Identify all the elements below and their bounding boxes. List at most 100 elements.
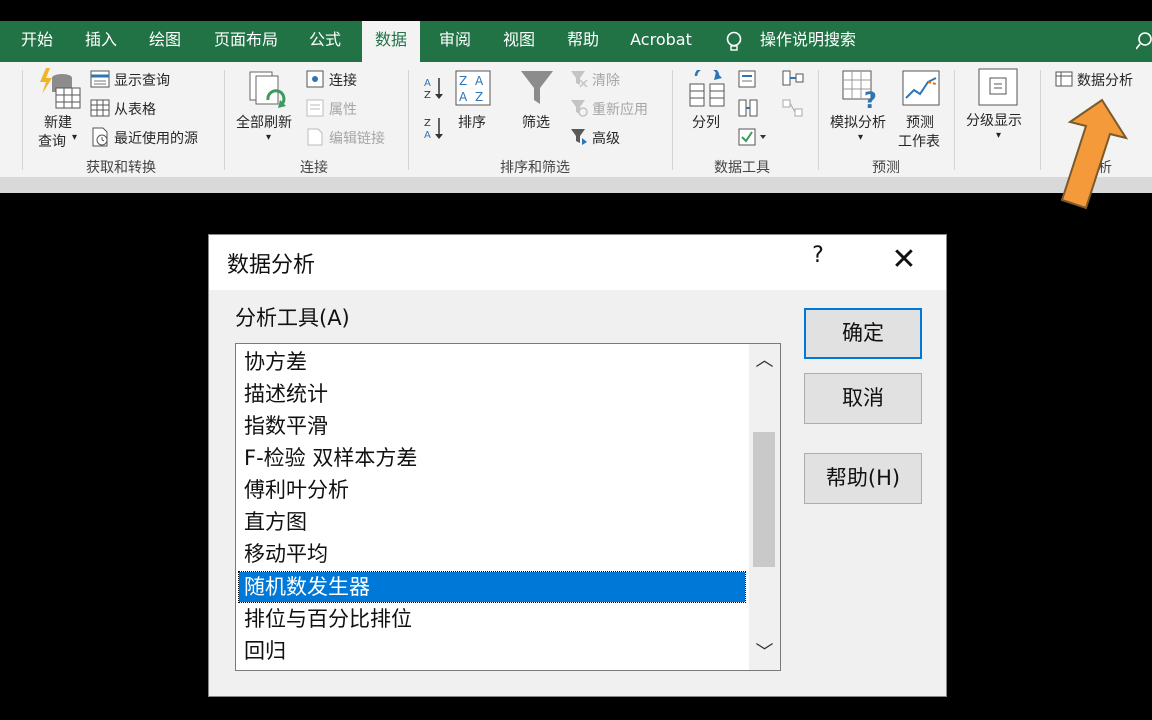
connections-icon xyxy=(306,70,324,88)
lightbulb-icon xyxy=(726,31,742,51)
list-item[interactable]: 移动平均 xyxy=(239,539,745,569)
show-queries-button[interactable]: 显示查询 xyxy=(114,70,170,90)
recent-sources-button[interactable]: 最近使用的源 xyxy=(114,128,198,148)
list-item[interactable]: 回归 xyxy=(239,636,745,666)
tab-review[interactable]: 审阅 xyxy=(430,21,480,62)
flash-fill-icon[interactable] xyxy=(738,70,758,88)
help-button[interactable]: 帮助(H) xyxy=(804,453,922,504)
filter-button[interactable]: 筛选 xyxy=(522,112,550,132)
group-label-forecast: 预测 xyxy=(872,160,900,176)
tab-view[interactable]: 视图 xyxy=(494,21,544,62)
forecast-sheet-icon xyxy=(902,70,940,106)
account-icon[interactable] xyxy=(1136,31,1152,53)
dialog-title-bar: 数据分析 ? ✕ xyxy=(209,235,946,290)
scroll-up-icon[interactable]: ︿ xyxy=(749,346,780,376)
ribbon-bottom-strip xyxy=(0,177,1152,193)
svg-text:A: A xyxy=(475,74,484,88)
from-table-button[interactable]: 从表格 xyxy=(114,99,156,119)
reapply-button[interactable]: 重新应用 xyxy=(592,99,648,119)
sort-dialog-icon: Z A A Z xyxy=(455,70,491,106)
list-item[interactable]: 直方图 xyxy=(239,507,745,537)
tab-draw[interactable]: 绘图 xyxy=(140,21,190,62)
remove-duplicates-icon[interactable] xyxy=(738,99,758,117)
ribbon-separator xyxy=(954,70,955,170)
properties-button[interactable]: 属性 xyxy=(329,99,357,119)
tab-page-layout[interactable]: 页面布局 xyxy=(206,21,286,62)
analysis-tools-listbox[interactable]: 协方差 描述统计 指数平滑 F-检验 双样本方差 傅利叶分析 直方图 移动平均 … xyxy=(235,343,781,671)
svg-text:Z: Z xyxy=(424,90,431,100)
listbox-scrollbar[interactable]: ︿ ﹀ xyxy=(749,344,780,670)
advanced-filter-icon xyxy=(571,129,587,145)
clear-button[interactable]: 清除 xyxy=(592,70,620,90)
edit-links-button[interactable]: 编辑链接 xyxy=(329,128,385,148)
forecast-sheet-line2[interactable]: 工作表 xyxy=(898,131,940,151)
consolidate-icon[interactable] xyxy=(782,70,804,86)
tell-me-search[interactable]: 操作说明搜索 xyxy=(724,21,874,62)
ok-button[interactable]: 确定 xyxy=(804,308,922,359)
sort-button[interactable]: 排序 xyxy=(458,112,486,132)
cancel-button[interactable]: 取消 xyxy=(804,373,922,424)
reapply-icon xyxy=(571,100,588,117)
filter-funnel-icon xyxy=(521,71,553,104)
new-query-icon xyxy=(40,68,81,109)
list-item[interactable]: 指数平滑 xyxy=(239,411,745,441)
sort-az-icon[interactable]: A Z xyxy=(424,76,444,100)
table-icon xyxy=(90,99,110,117)
data-analysis-icon xyxy=(1055,71,1073,87)
tab-insert[interactable]: 插入 xyxy=(76,21,126,62)
sort-za-icon[interactable]: Z A xyxy=(424,116,444,140)
svg-text:A: A xyxy=(459,90,468,104)
scrollbar-thumb[interactable] xyxy=(753,432,775,567)
svg-text:?: ? xyxy=(864,89,877,110)
chevron-down-icon: ▾ xyxy=(996,130,1002,141)
data-validation-icon[interactable] xyxy=(738,128,768,146)
scroll-down-icon[interactable]: ﹀ xyxy=(749,638,780,668)
list-item[interactable]: 随机数发生器 xyxy=(238,571,746,603)
what-if-analysis-button[interactable]: 模拟分析 xyxy=(830,112,886,132)
relationships-icon[interactable] xyxy=(782,99,804,117)
connections-button[interactable]: 连接 xyxy=(329,70,357,90)
show-queries-icon xyxy=(90,70,110,88)
recent-sources-icon xyxy=(92,127,108,147)
ribbon-tab-strip: 开始 插入 绘图 页面布局 公式 数据 审阅 视图 帮助 Acrobat 操作说… xyxy=(0,21,1152,62)
list-item[interactable]: 排位与百分比排位 xyxy=(239,604,745,634)
outline-icon xyxy=(978,68,1018,106)
svg-text:Z: Z xyxy=(475,90,483,104)
tab-home[interactable]: 开始 xyxy=(12,21,62,62)
list-item[interactable]: F-检验 双样本方差 xyxy=(239,443,745,473)
list-item[interactable]: 描述统计 xyxy=(239,379,745,409)
edit-links-icon xyxy=(307,128,323,146)
group-label-get-transform: 获取和转换 xyxy=(86,160,156,176)
ribbon-separator xyxy=(818,70,819,170)
tell-me-label: 操作说明搜索 xyxy=(760,30,857,49)
analysis-tools-label: 分析工具(A) xyxy=(235,306,350,330)
clear-filter-icon xyxy=(571,71,588,88)
tab-data[interactable]: 数据 xyxy=(362,21,420,62)
group-label-connections: 连接 xyxy=(300,160,328,176)
what-if-analysis-icon: ? xyxy=(842,70,877,110)
dialog-help-icon[interactable]: ? xyxy=(807,243,829,268)
text-to-columns-button[interactable]: 分列 xyxy=(692,112,720,132)
svg-text:Z: Z xyxy=(424,118,431,129)
data-analysis-button[interactable]: 数据分析 xyxy=(1077,70,1133,90)
refresh-all-button[interactable]: 全部刷新 xyxy=(236,112,292,132)
tab-acrobat[interactable]: Acrobat xyxy=(626,21,696,62)
list-item[interactable]: 傅利叶分析 xyxy=(239,475,745,505)
tab-formulas[interactable]: 公式 xyxy=(300,21,350,62)
forecast-sheet-line1[interactable]: 预测 xyxy=(906,112,934,132)
new-query-line1[interactable]: 新建 xyxy=(44,112,72,132)
dialog-close-icon[interactable]: ✕ xyxy=(887,243,921,277)
svg-text:Z: Z xyxy=(459,74,467,88)
chevron-down-icon: ▾ xyxy=(858,132,864,143)
orange-arrow-icon xyxy=(1060,98,1128,210)
refresh-all-icon xyxy=(249,71,286,108)
svg-text:A: A xyxy=(424,130,431,140)
ribbon-separator xyxy=(1040,70,1041,170)
list-item[interactable]: 协方差 xyxy=(239,347,745,377)
ribbon-separator xyxy=(22,70,23,170)
advanced-button[interactable]: 高级 xyxy=(592,128,620,148)
outline-button[interactable]: 分级显示 xyxy=(966,110,1022,130)
tab-help[interactable]: 帮助 xyxy=(558,21,608,62)
dialog-title: 数据分析 xyxy=(227,253,316,278)
new-query-line2[interactable]: 查询 xyxy=(38,131,66,151)
